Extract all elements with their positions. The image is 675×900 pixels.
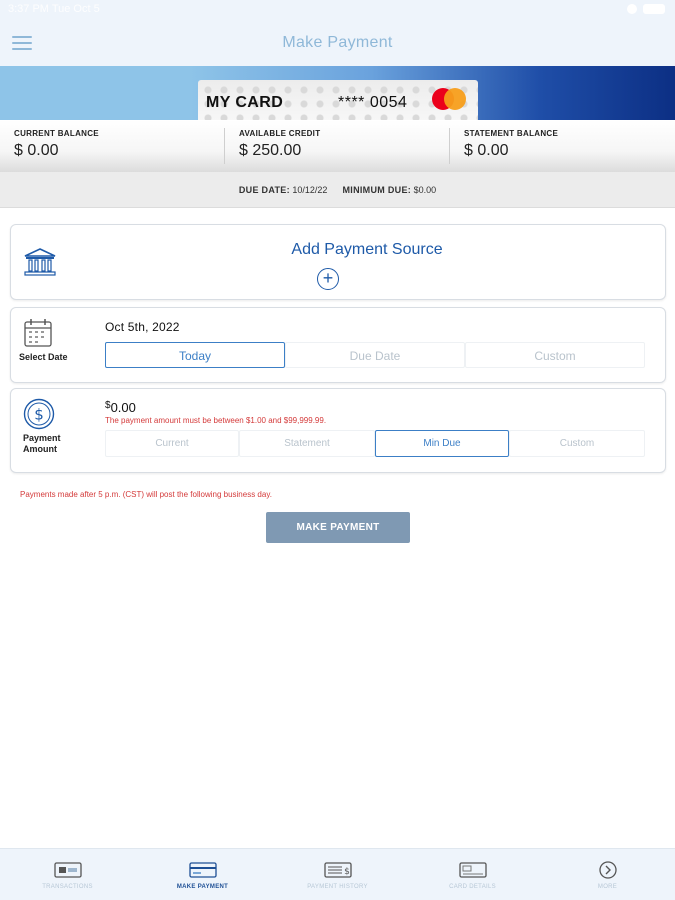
card-details-icon xyxy=(458,862,487,878)
statement-balance-value: $ 0.00 xyxy=(464,142,509,159)
amount-number: 0.00 xyxy=(110,400,136,415)
minimum-due-label: MINIMUM DUE: xyxy=(342,185,412,195)
add-payment-source-label: Add Payment Source xyxy=(291,241,443,258)
balance-summary: CURRENT BALANCE $ 0.00 AVAILABLE CREDIT … xyxy=(0,120,675,172)
current-balance-value: $ 0.00 xyxy=(14,142,59,159)
nav-make-payment-label: MAKE PAYMENT xyxy=(176,884,229,890)
card-summary: MY CARD **** 0054 xyxy=(198,80,478,120)
nav-more[interactable]: MORE xyxy=(540,849,675,900)
amount-option-statement[interactable]: Statement xyxy=(239,430,375,457)
nav-make-payment[interactable]: MAKE PAYMENT xyxy=(135,849,270,900)
payment-amount-card: $ Payment Amount $0.00 The payment amoun… xyxy=(10,388,666,473)
posting-note: Payments made after 5 p.m. (CST) will po… xyxy=(20,490,272,499)
statement-balance-label: STATEMENT BALANCE xyxy=(464,129,559,138)
due-info: DUE DATE: 10/12/22 MINIMUM DUE: $0.00 xyxy=(0,172,675,208)
current-balance: CURRENT BALANCE $ 0.00 xyxy=(0,120,224,172)
nav-payment-history-label: PAYMENT HISTORY xyxy=(307,884,368,890)
selected-date-value: Oct 5th, 2022 xyxy=(105,320,180,334)
statement-balance: STATEMENT BALANCE $ 0.00 xyxy=(450,120,675,172)
available-credit-value: $ 250.00 xyxy=(239,142,302,159)
status-bar: 3:37 PM Tue Oct 5 xyxy=(0,0,675,20)
svg-text:$: $ xyxy=(34,406,44,424)
calendar-icon xyxy=(24,319,52,347)
add-payment-source-card[interactable]: Add Payment Source + xyxy=(10,224,666,300)
due-date-label: DUE DATE: xyxy=(238,185,290,195)
amount-option-current[interactable]: Current xyxy=(105,430,239,457)
make-payment-button[interactable]: MAKE PAYMENT xyxy=(266,512,410,543)
nav-transactions-label: TRANSACTIONS xyxy=(42,884,93,890)
available-credit: AVAILABLE CREDIT $ 250.00 xyxy=(225,120,449,172)
available-credit-label: AVAILABLE CREDIT xyxy=(239,129,321,138)
svg-text:$: $ xyxy=(344,867,350,877)
date-option-today[interactable]: Today xyxy=(105,342,285,368)
nav-card-details[interactable]: CARD DETAILS xyxy=(405,849,540,900)
payment-history-icon: $ xyxy=(323,862,352,878)
current-balance-label: CURRENT BALANCE xyxy=(14,129,99,138)
nav-card-details-label: CARD DETAILS xyxy=(449,884,496,890)
mastercard-logo-icon xyxy=(432,88,468,110)
nav-payment-history[interactable]: $ PAYMENT HISTORY xyxy=(270,849,405,900)
card-number: **** 0054 xyxy=(338,94,408,111)
select-date-label: Select Date xyxy=(19,352,68,362)
dollar-circle-icon: $ xyxy=(23,398,55,430)
add-circle-icon[interactable]: + xyxy=(317,268,339,290)
page-title: Make Payment xyxy=(282,34,393,51)
amount-error-message: The payment amount must be between $1.00… xyxy=(105,416,327,425)
payment-amount-label: Payment Amount xyxy=(23,433,61,454)
date-option-custom[interactable]: Custom xyxy=(465,342,645,368)
app-header: Make Payment xyxy=(0,20,675,66)
battery-icon xyxy=(643,4,665,14)
nav-transactions[interactable]: TRANSACTIONS xyxy=(0,849,135,900)
card-name: MY CARD xyxy=(206,94,284,111)
status-time: 3:37 PM Tue Oct 5 xyxy=(8,3,100,15)
transactions-icon xyxy=(53,862,82,878)
wifi-icon xyxy=(627,4,637,14)
amount-option-custom[interactable]: Custom xyxy=(509,430,645,457)
date-option-due-date[interactable]: Due Date xyxy=(285,342,465,368)
chevron-right-circle-icon xyxy=(598,861,617,879)
payment-amount-value[interactable]: $0.00 xyxy=(105,400,136,415)
due-date-value: 10/12/22 xyxy=(292,185,328,195)
select-date-card: Select Date Oct 5th, 2022 Today Due Date… xyxy=(10,307,666,383)
bottom-navigation: TRANSACTIONS MAKE PAYMENT $ PAYMENT HIST… xyxy=(0,848,675,900)
nav-more-label: MORE xyxy=(597,884,618,890)
payment-card-icon xyxy=(188,862,217,878)
amount-option-min-due[interactable]: Min Due xyxy=(375,430,509,457)
minimum-due-value: $0.00 xyxy=(413,185,437,195)
